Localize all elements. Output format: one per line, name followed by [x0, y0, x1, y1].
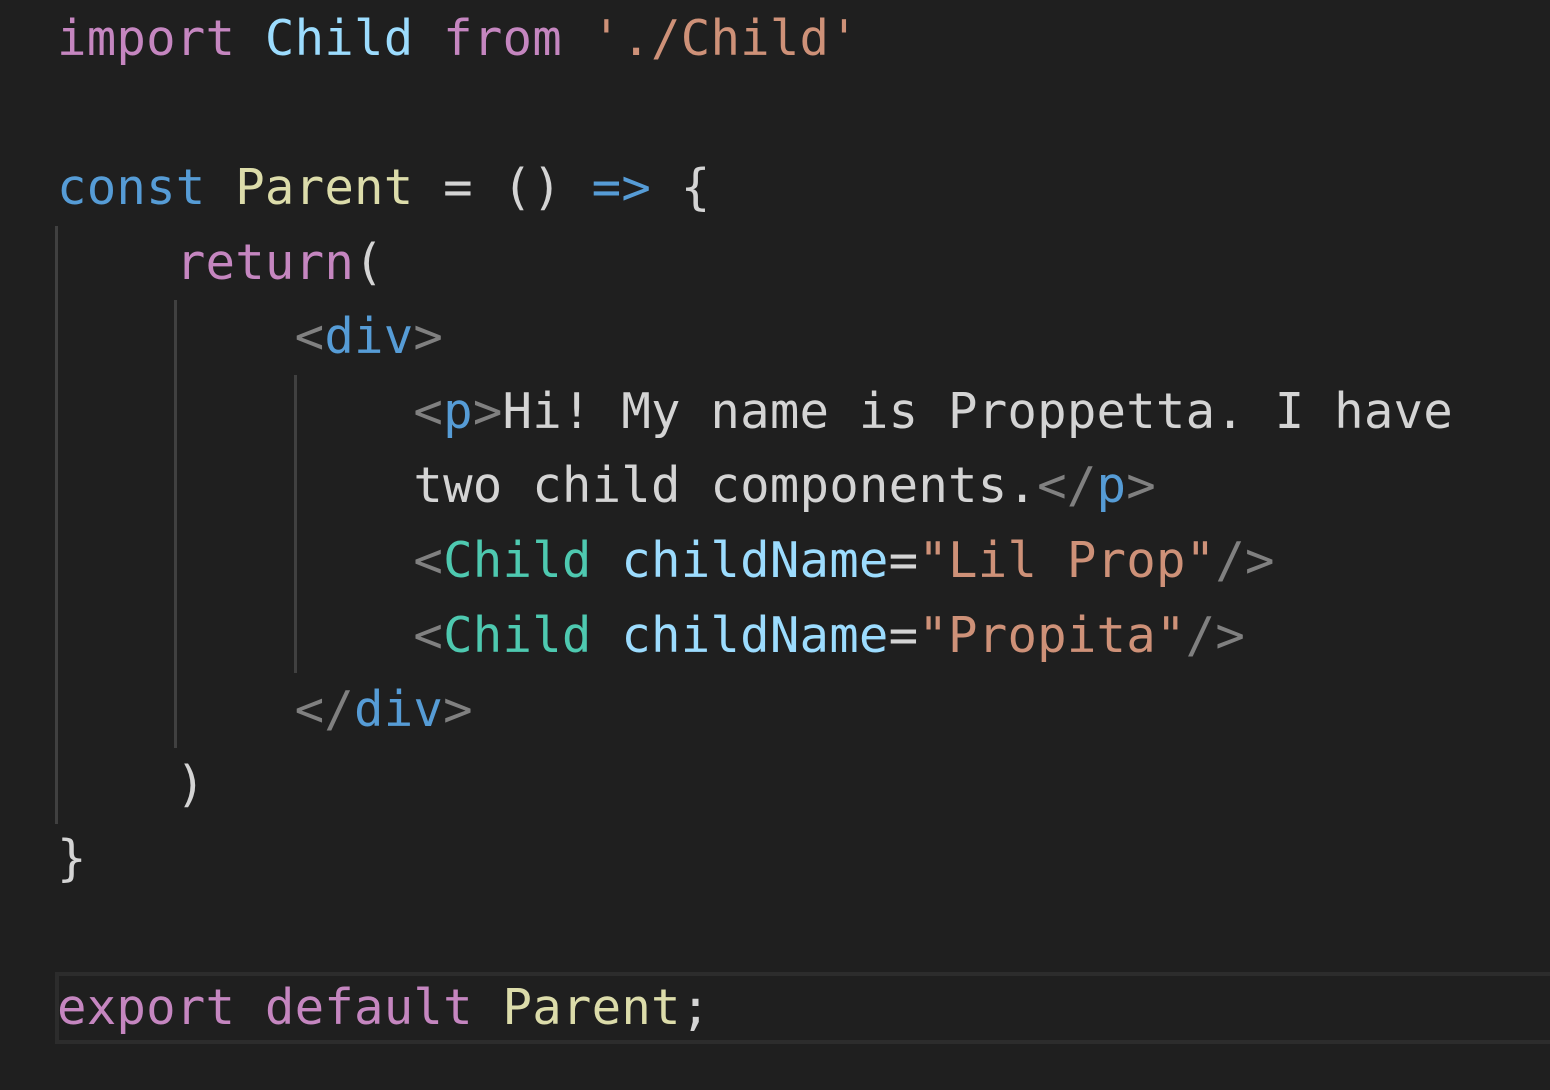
- code-line-11[interactable]: }: [57, 822, 87, 897]
- code-line-10[interactable]: ): [57, 748, 206, 823]
- code-line-3[interactable]: const Parent = () => {: [57, 151, 710, 226]
- token-punctuation: (): [502, 159, 562, 216]
- token-keyword: import: [57, 10, 236, 67]
- token-component: Child: [443, 607, 592, 664]
- token-tag: p: [1096, 457, 1127, 514]
- token-jsx-text: Hi! My name is Proppetta. I have: [502, 383, 1453, 440]
- token-tag-bracket: />: [1185, 607, 1246, 664]
- token-string: './Child': [591, 10, 859, 67]
- token-component: Child: [443, 532, 592, 589]
- token-tag-bracket: />: [1215, 532, 1275, 589]
- token-arrow: =>: [591, 159, 652, 216]
- token-tag-bracket: <: [294, 308, 325, 365]
- token-keyword: export: [57, 979, 236, 1036]
- token-string: "Propita": [918, 607, 1186, 664]
- token-keyword: const: [57, 159, 206, 216]
- token-tag: p: [443, 383, 473, 440]
- code-line-6[interactable]: <p>Hi! My name is Proppetta. I have: [57, 375, 1453, 450]
- code-line-7[interactable]: <Child childName="Lil Prop"/>: [57, 524, 1275, 599]
- token-tag-bracket: <: [413, 383, 444, 440]
- token-identifier: Parent: [502, 979, 681, 1036]
- code-line-1[interactable]: import Child from './Child': [57, 2, 859, 77]
- token-punctuation: ;: [680, 979, 711, 1036]
- token-tag-bracket: </: [1037, 457, 1097, 514]
- token-tag-bracket: >: [443, 681, 473, 738]
- code-editor[interactable]: import Child from './Child' const Parent…: [0, 0, 1550, 1090]
- token-tag-bracket: <: [413, 607, 444, 664]
- token-tag-bracket: <: [413, 532, 444, 589]
- code-line-13[interactable]: export default Parent;: [57, 971, 710, 1046]
- token-operator: =: [443, 159, 473, 216]
- token-punctuation: (: [354, 234, 384, 291]
- token-identifier: Child: [264, 10, 414, 67]
- code-line-6-wrap[interactable]: two child components.</p>: [57, 449, 1156, 524]
- code-line-8[interactable]: <Child childName="Propita"/>: [57, 599, 1245, 674]
- token-jsx-text: two child components.: [413, 457, 1038, 514]
- token-tag: div: [354, 681, 444, 738]
- token-operator: =: [888, 607, 919, 664]
- token-operator: =: [888, 532, 919, 589]
- token-tag-bracket: >: [413, 308, 444, 365]
- token-function-name: Parent: [235, 159, 414, 216]
- token-punctuation: ): [175, 756, 206, 813]
- token-keyword: default: [264, 979, 473, 1036]
- token-attribute: childName: [621, 607, 889, 664]
- token-keyword: from: [443, 10, 562, 67]
- token-keyword: return: [175, 234, 355, 291]
- code-line-4[interactable]: return(: [57, 226, 384, 301]
- code-line-9[interactable]: </div>: [57, 673, 473, 748]
- token-tag-bracket: </: [294, 681, 355, 738]
- token-string: "Lil Prop": [918, 532, 1216, 589]
- token-punctuation: }: [57, 830, 87, 887]
- token-tag: div: [324, 308, 414, 365]
- token-tag-bracket: >: [1126, 457, 1156, 514]
- token-tag-bracket: >: [472, 383, 503, 440]
- token-attribute: childName: [621, 532, 889, 589]
- code-line-5[interactable]: <div>: [57, 300, 443, 375]
- token-punctuation: {: [680, 159, 711, 216]
